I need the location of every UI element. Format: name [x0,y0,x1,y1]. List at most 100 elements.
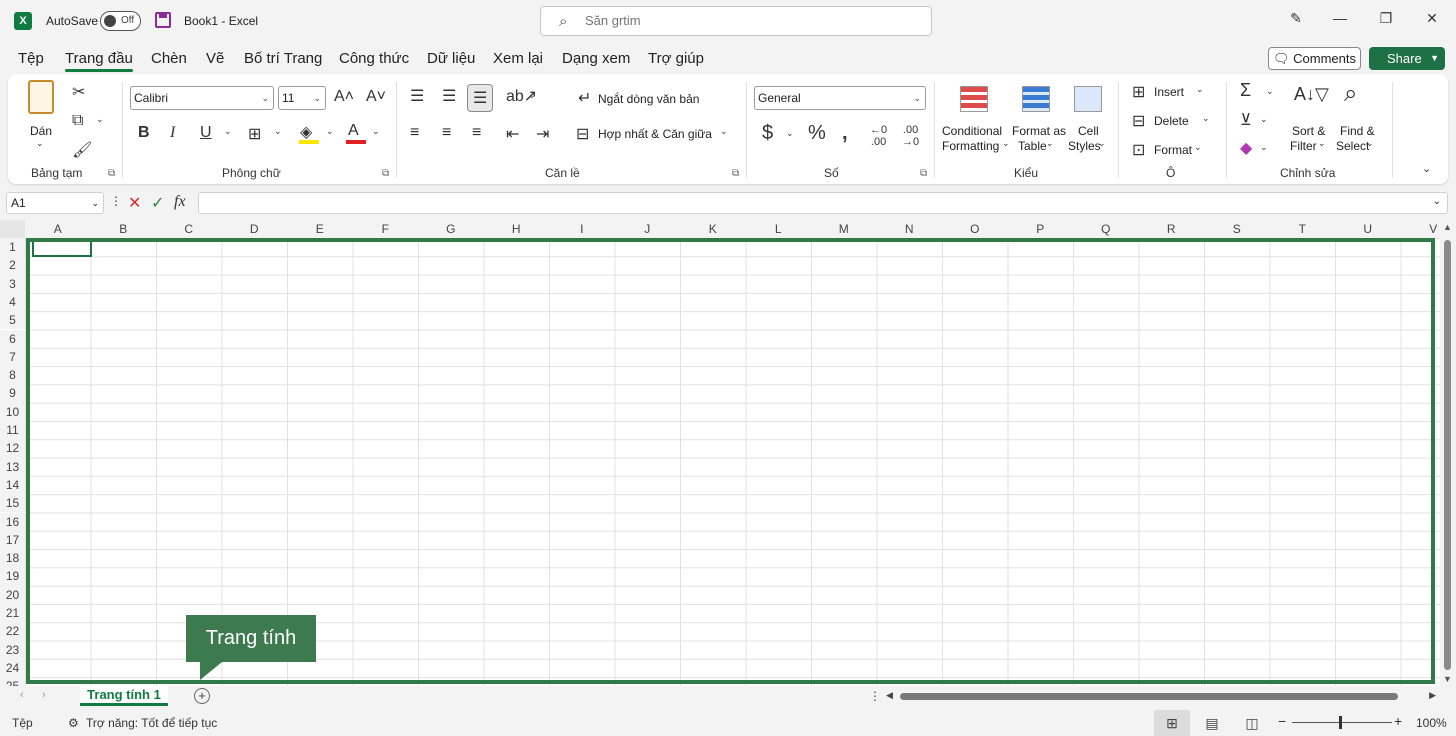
formula-input[interactable]: ⌄ [198,192,1448,214]
minimize-icon[interactable]: — [1328,10,1352,26]
format-cells-icon[interactable]: ⊡ [1132,140,1145,160]
insert-cells-icon[interactable]: ⊞ [1132,82,1145,102]
add-sheet-icon[interactable]: + [194,688,210,704]
row-header[interactable]: 16 [0,512,25,531]
column-header[interactable]: D [221,220,287,238]
sort-filter-label-2[interactable]: Filter [1290,139,1317,153]
cell-styles-label-1[interactable]: Cell [1078,124,1099,138]
delete-label[interactable]: Delete [1154,114,1189,128]
tab-review[interactable]: Xem lại [493,50,543,67]
align-bottom-icon[interactable]: ☰ [473,88,487,108]
paste-icon[interactable] [28,80,54,114]
column-header[interactable]: U [1335,220,1401,238]
row-header[interactable]: 1 [0,238,25,257]
chevron-down-icon[interactable]: ⌄ [1318,138,1326,149]
font-size-select[interactable]: 11 ⌄ [278,86,326,110]
column-header[interactable]: M [811,220,877,238]
comma-style-icon[interactable]: , [842,122,848,145]
cut-icon[interactable]: ✂ [72,82,85,102]
save-icon[interactable] [155,12,171,28]
column-header[interactable]: R [1138,220,1204,238]
chevron-down-icon[interactable]: ⌄ [1046,138,1054,149]
chevron-down-icon[interactable]: ⌄ [1366,138,1374,149]
font-name-select[interactable]: Calibri ⌄ [130,86,274,110]
column-header[interactable]: Q [1073,220,1139,238]
enter-icon[interactable]: ✓ [151,193,164,213]
fill-color-icon[interactable]: ◈ [300,122,312,142]
delete-cells-icon[interactable]: ⊟ [1132,111,1145,131]
tab-data[interactable]: Dữ liệu [427,50,475,67]
row-header[interactable]: 13 [0,457,25,476]
zoom-slider-knob[interactable] [1339,716,1342,729]
column-header[interactable]: I [549,220,615,238]
underline-icon[interactable]: U [200,124,212,142]
search-box[interactable]: ⌕ [540,6,932,36]
sheet-next-icon[interactable]: › [42,689,46,701]
chevron-down-icon[interactable]: ⌄ [274,126,282,137]
zoom-slider[interactable] [1292,722,1392,723]
wrap-text-label[interactable]: Ngắt dòng văn bản [598,92,699,106]
chevron-down-icon[interactable]: ⌄ [1002,138,1010,149]
restore-icon[interactable]: ❐ [1374,10,1398,27]
dialog-launcher-icon[interactable]: ⧉ [108,168,115,179]
chevron-down-icon[interactable]: ⌄ [1266,86,1274,97]
font-color-icon[interactable]: A [348,122,359,140]
cell-styles-icon[interactable] [1074,86,1102,112]
conditional-formatting-label-2[interactable]: Formatting [942,139,999,153]
scroll-up-icon[interactable]: ▲ [1443,222,1452,232]
tab-page-layout[interactable]: Bố trí Trang [244,50,322,67]
zoom-out-icon[interactable]: − [1278,713,1286,729]
conditional-formatting-label-1[interactable]: Conditional [942,124,1002,138]
sheet-tab-1[interactable]: Trang tính 1 [80,686,168,706]
row-header[interactable]: 22 [0,622,25,641]
currency-icon[interactable]: $ [762,122,773,145]
chevron-down-icon[interactable]: ⌄ [1196,84,1204,95]
align-right-icon[interactable]: ≡ [472,124,481,142]
align-middle-icon[interactable]: ☰ [442,86,456,106]
scroll-down-icon[interactable]: ▼ [1443,674,1452,684]
more-options-icon[interactable]: ⋮ [110,194,122,208]
row-header[interactable]: 21 [0,604,25,623]
column-header[interactable]: P [1007,220,1073,238]
scroll-right-icon[interactable]: ▶ [1429,690,1436,701]
dialog-launcher-icon[interactable]: ⧉ [732,168,739,179]
chevron-down-icon[interactable]: ⌄ [1194,142,1202,153]
tab-file[interactable]: Tệp [18,50,44,67]
chevron-down-icon[interactable]: ⌄ [36,138,44,149]
chevron-down-icon[interactable]: ⌄ [96,114,104,125]
row-header[interactable]: 8 [0,366,25,385]
row-header[interactable]: 24 [0,658,25,678]
copy-icon[interactable]: ⧉ [72,112,83,130]
more-options-icon[interactable]: ⋮ [869,689,881,703]
conditional-formatting-icon[interactable] [960,86,988,112]
tab-help[interactable]: Trợ giúp [648,50,704,67]
row-header[interactable]: 5 [0,311,25,330]
sort-filter-label-1[interactable]: Sort & [1292,124,1325,138]
zoom-in-icon[interactable]: + [1394,713,1402,729]
column-header[interactable]: E [287,220,353,238]
borders-icon[interactable]: ⊞ [248,124,261,144]
sort-filter-icon[interactable]: A↓▽ [1294,84,1329,105]
pen-icon[interactable]: ✎ [1284,10,1308,27]
align-top-icon[interactable]: ☰ [410,86,424,106]
row-header[interactable]: 25 [0,677,25,686]
format-as-table-label-2[interactable]: Table [1018,139,1047,153]
accessibility-status[interactable]: Trợ năng: Tốt để tiếp tục [86,716,217,730]
horizontal-scroll-thumb[interactable] [900,693,1398,700]
tab-insert[interactable]: Chèn [151,50,187,67]
chevron-down-icon[interactable]: ⌄ [326,126,334,137]
format-label[interactable]: Format [1154,143,1192,157]
vertical-scrollbar[interactable]: ▲ ▼ [1440,220,1456,686]
row-header[interactable]: 18 [0,549,25,568]
bold-icon[interactable]: B [138,124,150,142]
fill-icon[interactable]: ⊻ [1240,110,1252,130]
column-header[interactable]: G [418,220,484,238]
row-header[interactable]: 17 [0,530,25,550]
column-header[interactable]: J [614,220,680,238]
increase-font-icon[interactable]: A˄ [334,88,354,106]
cancel-icon[interactable]: ✕ [128,193,141,213]
percent-icon[interactable]: % [808,122,826,145]
chevron-down-icon[interactable]: ⌄ [720,126,728,137]
row-header[interactable]: 14 [0,475,25,495]
page-break-view-icon[interactable]: ◫ [1234,710,1270,736]
